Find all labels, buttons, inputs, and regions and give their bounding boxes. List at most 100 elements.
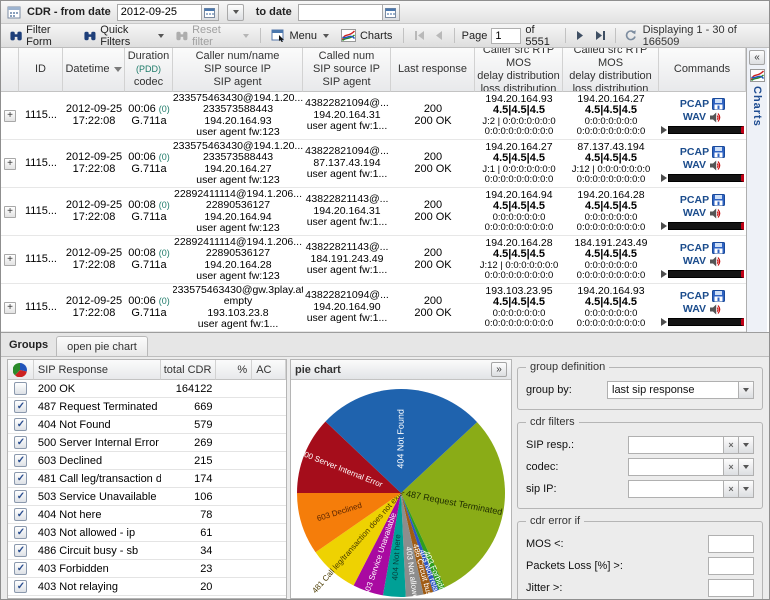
to-date-calendar-button[interactable] [381, 3, 400, 21]
response-checkbox[interactable]: ✓ [14, 472, 28, 485]
audio-player[interactable] [661, 221, 744, 230]
row-expand-button[interactable]: + [4, 301, 16, 314]
response-checkbox[interactable]: ✓ [14, 454, 28, 467]
menu-button[interactable]: Menu [267, 27, 333, 44]
audio-progress-bar[interactable] [668, 269, 744, 278]
charts-button[interactable]: Charts [337, 27, 396, 44]
sip-column-header-total[interactable]: total CDR [160, 360, 217, 380]
reset-filter-button[interactable]: Reset filter [172, 22, 252, 50]
filter-combo[interactable]: × [628, 436, 754, 454]
response-checkbox[interactable]: ✓ [14, 580, 28, 593]
table-row[interactable]: +1115... 2012-09-25 17:22:08 00:06 (0) G.711… [1, 140, 746, 188]
filter-combo-input[interactable] [628, 480, 724, 498]
chevron-down-icon[interactable] [739, 458, 754, 476]
from-date-calendar-button[interactable] [200, 3, 219, 21]
audio-player[interactable] [661, 317, 744, 326]
column-header-called_rtp[interactable]: Called src RTP MOS delay distribution loss… [563, 48, 659, 92]
sip-response-row[interactable]: ✓ 481 Call leg/transaction does... 174 [8, 470, 286, 488]
audio-player[interactable] [661, 173, 744, 182]
wav-link[interactable]: WAV [683, 207, 722, 220]
filter-combo-input[interactable] [628, 458, 724, 476]
chevron-down-icon[interactable] [739, 436, 754, 454]
wav-link[interactable]: WAV [683, 159, 722, 172]
response-checkbox[interactable]: ✓ [14, 436, 28, 449]
row-expand-button[interactable]: + [4, 157, 16, 170]
charts-panel-vertical-title[interactable]: Charts [751, 86, 763, 127]
play-icon[interactable] [661, 173, 667, 182]
wav-link[interactable]: WAV [683, 255, 722, 268]
play-icon[interactable] [661, 269, 667, 278]
pcap-link[interactable]: PCAP [680, 242, 726, 255]
sip-column-header-percent[interactable]: % [216, 360, 253, 380]
sip-column-header-acd[interactable]: AC [252, 360, 286, 380]
page-number-input[interactable] [491, 27, 522, 44]
wav-link[interactable]: WAV [683, 303, 722, 316]
audio-progress-bar[interactable] [668, 317, 744, 326]
prev-page-button[interactable] [431, 27, 447, 45]
filter-combo[interactable]: × [628, 458, 754, 476]
sip-response-row[interactable]: 200 OK 164122 [8, 380, 286, 398]
first-page-button[interactable] [411, 27, 427, 45]
column-header-caller[interactable]: Caller num/name SIP source IP SIP agent [173, 48, 303, 92]
play-icon[interactable] [661, 221, 667, 230]
column-header-last_response[interactable]: Last response [391, 48, 475, 92]
audio-progress-bar[interactable] [668, 221, 744, 230]
sip-response-row[interactable]: ✓ 403 Not relaying 20 [8, 578, 286, 596]
group-by-select[interactable]: last sip response [607, 381, 754, 399]
from-date-dropdown-button[interactable] [226, 3, 244, 21]
pcap-link[interactable]: PCAP [680, 290, 726, 303]
response-checkbox[interactable]: ✓ [14, 544, 28, 557]
sip-response-row[interactable]: ✓ 603 Declined 215 [8, 452, 286, 470]
response-checkbox[interactable]: ✓ [14, 490, 28, 503]
jitter-input[interactable] [708, 579, 754, 597]
row-expand-button[interactable]: + [4, 205, 16, 218]
sip-response-row[interactable]: ✓ 503 Service Unavailable 106 [8, 488, 286, 506]
response-checkbox[interactable]: ✓ [14, 598, 27, 599]
filter-combo-input[interactable] [628, 436, 724, 454]
sip-response-row[interactable]: ✓ 403 Not allowed - ip 61 [8, 524, 286, 542]
row-expand-button[interactable]: + [4, 253, 16, 266]
audio-player[interactable] [661, 269, 744, 278]
next-page-button[interactable] [572, 27, 588, 45]
audio-progress-bar[interactable] [668, 173, 744, 182]
response-checkbox[interactable]: ✓ [14, 508, 28, 521]
play-icon[interactable] [661, 125, 667, 134]
sip-column-header-icon[interactable] [8, 360, 34, 380]
column-header-id[interactable]: ID [19, 48, 63, 92]
column-header-called[interactable]: Called num SIP source IP SIP agent [303, 48, 391, 92]
sip-response-row[interactable]: ✓ 500 Server Internal Error 269 [8, 434, 286, 452]
column-header-datetime[interactable]: Datetime [63, 48, 125, 92]
to-date-input[interactable] [297, 3, 382, 21]
play-icon[interactable] [661, 317, 667, 326]
pcap-link[interactable]: PCAP [680, 98, 726, 111]
expand-charts-panel-button[interactable]: « [749, 50, 765, 65]
from-date-input[interactable] [116, 3, 201, 21]
response-checkbox[interactable] [14, 382, 28, 395]
last-page-button[interactable] [592, 27, 608, 45]
pcap-link[interactable]: PCAP [680, 194, 726, 207]
table-row[interactable]: +1115... 2012-09-25 17:22:08 00:08 (0) G.711… [1, 236, 746, 284]
sip-response-row[interactable]: ✓ 486 Circuit busy -17 [8, 596, 286, 599]
quick-filters-button[interactable]: Quick Filters [80, 22, 168, 50]
sip-response-row[interactable]: ✓ 404 Not here 78 [8, 506, 286, 524]
table-row[interactable]: +1115... 2012-09-25 17:22:08 00:08 (0) G.711… [1, 188, 746, 236]
tab-open-pie-chart[interactable]: open pie chart [56, 336, 148, 356]
filter-combo[interactable]: × [628, 480, 754, 498]
row-expand-button[interactable]: + [4, 109, 16, 122]
pcap-link[interactable]: PCAP [680, 146, 726, 159]
packets-loss-input[interactable] [708, 557, 754, 575]
column-header-expand[interactable] [1, 48, 19, 92]
refresh-button[interactable] [623, 27, 639, 45]
response-checkbox[interactable]: ✓ [14, 562, 28, 575]
response-checkbox[interactable]: ✓ [14, 526, 28, 539]
wav-link[interactable]: WAV [683, 111, 722, 124]
sip-response-row[interactable]: ✓ 404 Not Found 579 [8, 416, 286, 434]
response-checkbox[interactable]: ✓ [14, 400, 28, 413]
sip-response-row[interactable]: ✓ 403 Forbidden 23 [8, 560, 286, 578]
table-row[interactable]: +1115... 2012-09-25 17:22:08 00:06 (0) G.711… [1, 92, 746, 140]
chevron-down-icon[interactable] [739, 480, 754, 498]
clear-icon[interactable]: × [724, 480, 739, 498]
chevron-down-icon[interactable] [739, 381, 754, 399]
sip-response-row[interactable]: ✓ 487 Request Terminated 669 [8, 398, 286, 416]
response-checkbox[interactable]: ✓ [14, 418, 28, 431]
